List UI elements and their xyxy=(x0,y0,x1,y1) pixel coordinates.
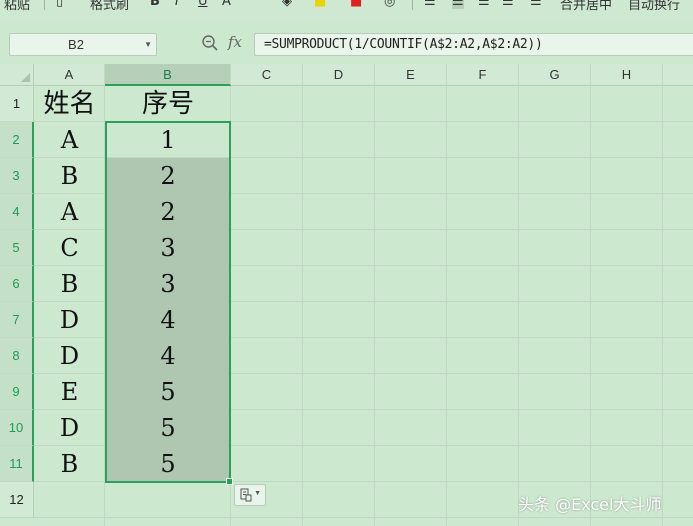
row-header-6[interactable]: 6 xyxy=(0,266,34,302)
cell-a3[interactable]: B xyxy=(34,158,105,194)
spreadsheet-grid[interactable]: ABCDEFGH 1 2 3 4 5 6 7 8 9 10 11 12 姓名 序号 A 1 B 2 A 2 C 3 B 3 D… xyxy=(0,64,693,526)
watermark: 头条 @Excel大斗师 xyxy=(518,495,662,514)
column-gridline xyxy=(302,86,303,526)
column-header-g[interactable]: G xyxy=(519,64,591,86)
cell-b1[interactable]: 序号 xyxy=(105,86,231,122)
ribbon-toolbar: 粘贴 ▯ 格式刷 B I U A ◈ ■ ■ ◎ ☰ ☰ ☰ ☰ ☰ 合并居中 … xyxy=(0,0,693,22)
chevron-down-icon: ▼ xyxy=(254,490,261,497)
formula-text: =SUMPRODUCT(1/COUNTIF(A$2:A2,A$2:A2)) xyxy=(264,37,543,52)
underline-button[interactable]: U xyxy=(198,0,208,9)
cell-a5[interactable]: C xyxy=(34,230,105,266)
cell-a6[interactable]: B xyxy=(34,266,105,302)
align-left-icon[interactable]: ☰ xyxy=(424,0,436,9)
row-header-8[interactable]: 8 xyxy=(0,338,34,374)
cell-b3[interactable]: 2 xyxy=(105,158,231,194)
wrap-text-button[interactable]: 自动换行 xyxy=(628,0,680,13)
justify-icon[interactable]: ☰ xyxy=(502,0,514,9)
row-header-11[interactable]: 11 xyxy=(0,446,34,482)
fill-handle[interactable] xyxy=(226,478,233,485)
row-header-5[interactable]: 5 xyxy=(0,230,34,266)
column-gridline xyxy=(590,86,591,526)
row-header-9[interactable]: 9 xyxy=(0,374,34,410)
highlight-icon[interactable]: ■ xyxy=(314,0,326,9)
distribute-icon[interactable]: ☰ xyxy=(530,0,542,9)
bold-button[interactable]: B xyxy=(150,0,160,9)
name-box[interactable]: B2 ▼ xyxy=(9,33,157,56)
column-gridline xyxy=(662,86,663,526)
cell-b11[interactable]: 5 xyxy=(105,446,231,482)
cell-a8[interactable]: D xyxy=(34,338,105,374)
column-header-h[interactable]: H xyxy=(591,64,663,86)
cell-b6[interactable]: 3 xyxy=(105,266,231,302)
column-gridline xyxy=(446,86,447,526)
row-header-7[interactable]: 7 xyxy=(0,302,34,338)
cell-a9[interactable]: E xyxy=(34,374,105,410)
row-header-1[interactable]: 1 xyxy=(0,86,34,122)
fx-icon[interactable]: fx xyxy=(228,33,242,51)
toolbar-separator xyxy=(412,0,413,10)
cell-a11[interactable]: B xyxy=(34,446,105,482)
name-box-value: B2 xyxy=(68,37,84,52)
chevron-down-icon[interactable]: ▼ xyxy=(144,34,152,55)
column-header-b[interactable]: B xyxy=(105,64,231,86)
row-header-2[interactable]: 2 xyxy=(0,122,34,158)
paste-icon[interactable]: ▯ xyxy=(56,0,63,9)
paste-options-icon xyxy=(240,488,252,502)
cell-b5[interactable]: 3 xyxy=(105,230,231,266)
column-header-d[interactable]: D xyxy=(303,64,375,86)
paste-button[interactable]: 粘贴 xyxy=(4,0,30,13)
cell-a4[interactable]: A xyxy=(34,194,105,230)
cell-a7[interactable]: D xyxy=(34,302,105,338)
quick-analysis-button[interactable]: ▼ xyxy=(234,484,266,506)
select-all-triangle-icon xyxy=(21,73,30,82)
select-all-corner[interactable] xyxy=(0,64,34,86)
column-header-partial[interactable] xyxy=(663,64,693,86)
italic-button[interactable]: I xyxy=(175,0,179,9)
cell-a2[interactable]: A xyxy=(34,122,105,158)
font-color-button[interactable]: A xyxy=(222,0,231,9)
fill-icon[interactable]: ◈ xyxy=(282,0,292,9)
row-header-10[interactable]: 10 xyxy=(0,410,34,446)
cell-b8[interactable]: 4 xyxy=(105,338,231,374)
zoom-icon[interactable] xyxy=(201,34,219,52)
cell-b9[interactable]: 5 xyxy=(105,374,231,410)
merge-center-button[interactable]: 合并居中 xyxy=(560,0,612,13)
column-header-e[interactable]: E xyxy=(375,64,447,86)
row-header-3[interactable]: 3 xyxy=(0,158,34,194)
column-header-c[interactable]: C xyxy=(231,64,303,86)
format-painter-button[interactable]: 格式刷 xyxy=(90,0,129,13)
column-gridline xyxy=(374,86,375,526)
formula-bar: B2 ▼ fx =SUMPRODUCT(1/COUNTIF(A$2:A2,A$2… xyxy=(0,22,693,64)
cell-b10[interactable]: 5 xyxy=(105,410,231,446)
cell-b2[interactable]: 1 xyxy=(105,122,231,158)
toolbar-separator xyxy=(44,0,45,10)
row-header-4[interactable]: 4 xyxy=(0,194,34,230)
font-color-icon[interactable]: ■ xyxy=(350,0,362,9)
column-header-f[interactable]: F xyxy=(447,64,519,86)
align-center-icon[interactable]: ☰ xyxy=(452,0,464,9)
align-right-icon[interactable]: ☰ xyxy=(478,0,490,9)
row-header-12[interactable]: 12 xyxy=(0,482,34,518)
formula-input[interactable]: =SUMPRODUCT(1/COUNTIF(A$2:A2,A$2:A2)) xyxy=(254,33,693,56)
cell-a10[interactable]: D xyxy=(34,410,105,446)
column-header-a[interactable]: A xyxy=(34,64,105,86)
cell-a1[interactable]: 姓名 xyxy=(34,86,105,122)
column-gridline xyxy=(518,86,519,526)
cell-b4[interactable]: 2 xyxy=(105,194,231,230)
clear-icon[interactable]: ◎ xyxy=(384,0,395,9)
row-gridline xyxy=(34,517,693,518)
cell-b7[interactable]: 4 xyxy=(105,302,231,338)
